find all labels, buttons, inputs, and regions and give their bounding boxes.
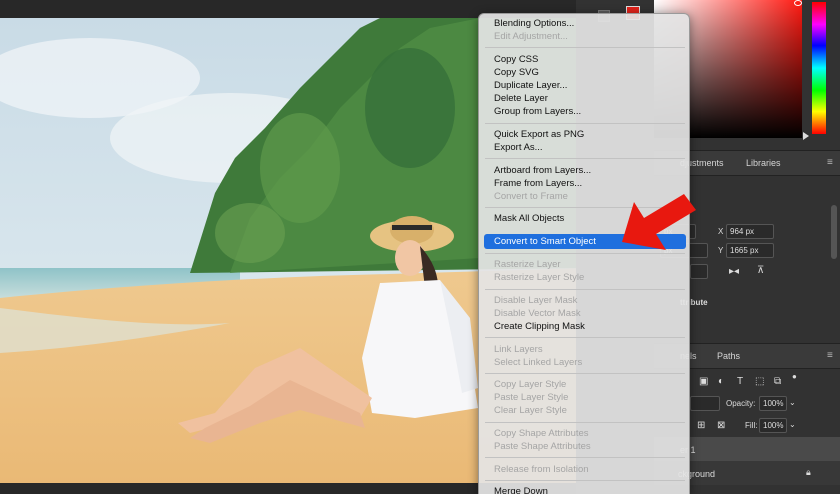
panel-menu-icon[interactable]: ≡: [827, 157, 833, 168]
filter-image-icon[interactable]: ▣: [699, 376, 708, 387]
menu-separator: [485, 158, 685, 159]
menu-separator: [485, 123, 685, 124]
menu-item-copy-shape-attributes: Copy Shape Attributes: [494, 428, 589, 439]
menu-item-artboard-from-layers[interactable]: Artboard from Layers...: [494, 165, 591, 176]
opacity-field[interactable]: 100%: [759, 396, 787, 411]
filter-type-icon[interactable]: T: [737, 376, 743, 387]
menu-separator: [485, 422, 685, 423]
menu-item-blending-options[interactable]: Blending Options...: [494, 18, 574, 29]
tab-libraries[interactable]: Libraries: [746, 158, 781, 168]
opacity-label: Opacity:: [726, 399, 756, 408]
fill-dropdown-icon[interactable]: ⌄: [789, 420, 796, 429]
hue-slider-arrow-icon[interactable]: [803, 132, 809, 140]
lock-artboard-icon[interactable]: ⊠: [717, 420, 725, 431]
menu-separator: [485, 373, 685, 374]
menu-item-copy-css[interactable]: Copy CSS: [494, 54, 538, 65]
tab-paths[interactable]: Paths: [717, 351, 740, 361]
menu-item-paste-shape-attributes: Paste Shape Attributes: [494, 441, 591, 452]
menu-item-export-as[interactable]: Export As...: [494, 142, 543, 153]
hue-slider[interactable]: [812, 2, 826, 134]
menu-separator: [485, 480, 685, 481]
menu-item-quick-export-png[interactable]: Quick Export as PNG: [494, 129, 584, 140]
opacity-dropdown-icon[interactable]: ⌄: [789, 398, 796, 407]
menu-separator: [485, 457, 685, 458]
menu-item-convert-to-frame: Convert to Frame: [494, 191, 568, 202]
menu-item-mask-all-objects[interactable]: Mask All Objects: [494, 213, 564, 224]
menu-item-disable-layer-mask: Disable Layer Mask: [494, 295, 578, 306]
menu-item-paste-layer-style: Paste Layer Style: [494, 392, 569, 403]
menu-separator: [485, 289, 685, 290]
menu-item-link-layers: Link Layers: [494, 344, 543, 355]
menu-item-rasterize-layer-style: Rasterize Layer Style: [494, 272, 585, 283]
y-label: Y: [718, 246, 724, 255]
fill-field[interactable]: 100%: [759, 418, 787, 433]
angle-dropdown[interactable]: [690, 264, 708, 279]
menu-item-disable-vector-mask: Disable Vector Mask: [494, 308, 581, 319]
menu-item-frame-from-layers[interactable]: Frame from Layers...: [494, 178, 582, 189]
filter-toggle-icon[interactable]: ●: [792, 372, 797, 381]
menu-item-copy-layer-style: Copy Layer Style: [494, 379, 567, 390]
x-label: X: [718, 227, 724, 236]
menu-item-copy-svg[interactable]: Copy SVG: [494, 67, 539, 78]
blend-mode-dropdown[interactable]: [690, 396, 720, 411]
filter-smart-object-icon[interactable]: ⧉: [774, 376, 781, 387]
background-lock-icon: 🔒︎: [806, 467, 811, 477]
menu-item-edit-adjustment: Edit Adjustment...: [494, 31, 568, 42]
properties-scrollbar[interactable]: [831, 205, 837, 259]
menu-item-select-linked-layers: Select Linked Layers: [494, 357, 583, 368]
y-field[interactable]: 1665 px: [726, 243, 774, 258]
menu-item-rasterize-layer: Rasterize Layer: [494, 259, 561, 270]
lock-pixels-icon[interactable]: ⊞: [697, 420, 705, 431]
menu-item-group-from-layers[interactable]: Group from Layers...: [494, 106, 581, 117]
menu-separator: [485, 337, 685, 338]
flip-vertical-icon[interactable]: ⊼: [757, 265, 764, 276]
x-field[interactable]: 964 px: [726, 224, 774, 239]
menu-item-merge-down[interactable]: Merge Down: [494, 486, 548, 494]
menu-item-convert-to-smart-object[interactable]: Convert to Smart Object: [494, 236, 596, 247]
color-picker-marker[interactable]: [794, 0, 802, 6]
red-pointer-arrow-icon: [622, 194, 696, 250]
fill-label: Fill:: [745, 421, 758, 430]
menu-item-duplicate-layer[interactable]: Duplicate Layer...: [494, 80, 567, 91]
menu-item-clear-layer-style: Clear Layer Style: [494, 405, 567, 416]
menu-item-release-from-isolation: Release from Isolation: [494, 464, 589, 475]
filter-adjustment-icon[interactable]: ◐: [718, 376, 724, 387]
filter-shape-icon[interactable]: ⬚: [755, 376, 764, 387]
menu-item-create-clipping-mask[interactable]: Create Clipping Mask: [494, 321, 585, 332]
flip-horizontal-icon[interactable]: ▸◂: [729, 266, 739, 277]
menu-item-delete-layer[interactable]: Delete Layer: [494, 93, 548, 104]
menu-separator: [485, 47, 685, 48]
layers-panel-menu-icon[interactable]: ≡: [827, 350, 833, 361]
